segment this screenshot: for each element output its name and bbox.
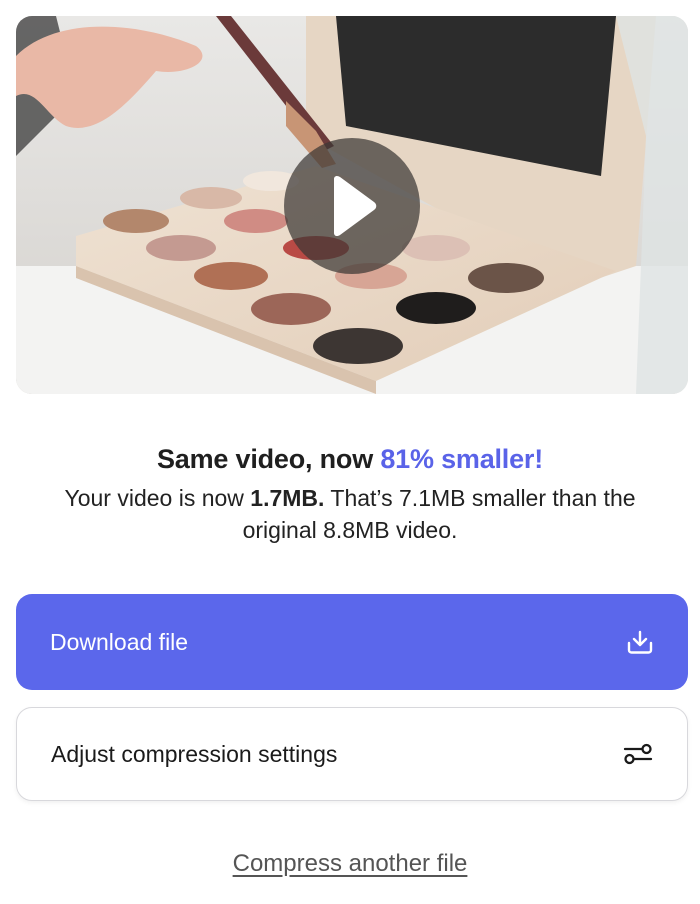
new-size: 1.7MB. [250, 485, 325, 511]
headline-text: Same video, now [156, 444, 381, 474]
headline-accent: 81% smaller! [380, 444, 544, 474]
sliders-icon [623, 743, 653, 765]
result-headline: Same video, now 81% smaller! [0, 444, 700, 475]
adjust-label: Adjust compression settings [51, 740, 338, 767]
result-summary: Your video is now 1.7MB. That’s 7.1MB sm… [30, 482, 670, 546]
video-preview[interactable] [16, 16, 688, 394]
download-button[interactable]: Download file [16, 594, 688, 690]
summary-text-1: Your video is now [64, 485, 251, 511]
download-label: Download file [50, 628, 189, 655]
play-icon [334, 175, 377, 237]
adjust-settings-button[interactable]: Adjust compression settings [16, 707, 688, 801]
compress-another-link[interactable]: Compress another file [0, 850, 700, 878]
download-icon [627, 630, 653, 654]
play-button[interactable] [284, 138, 420, 274]
